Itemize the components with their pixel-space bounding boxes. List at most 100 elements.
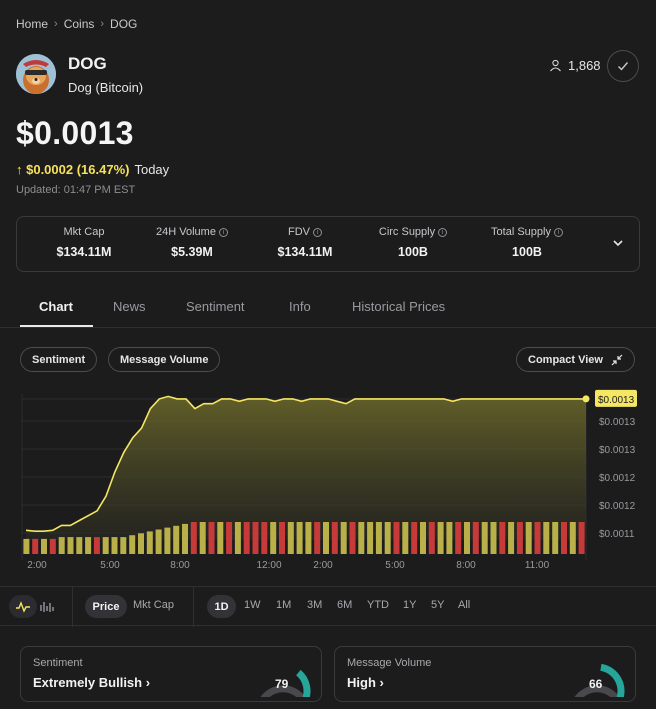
- volume-bar: [199, 522, 206, 554]
- volume-bar: [420, 522, 426, 554]
- stat-label: FDV: [288, 226, 310, 238]
- volume-bar: [41, 538, 47, 554]
- compact-view-button[interactable]: Compact View: [516, 347, 635, 372]
- stat-label: Total Supply: [491, 226, 551, 238]
- range-6m[interactable]: 6M: [337, 599, 352, 611]
- volume-bar: [305, 522, 312, 554]
- range-3m[interactable]: 3M: [307, 599, 322, 611]
- volume-bar: [446, 522, 453, 554]
- volume-bar: [287, 522, 294, 554]
- volume-bar: [173, 525, 180, 554]
- stat-value: $134.11M: [277, 245, 333, 259]
- volume-bar: [323, 522, 329, 554]
- volume-bar: [279, 522, 285, 554]
- message-volume-toggle[interactable]: Message Volume: [108, 347, 221, 372]
- stat-value: 100B: [512, 245, 542, 259]
- sentiment-score: 79: [275, 677, 289, 691]
- info-icon[interactable]: i: [218, 227, 228, 237]
- price-area: [26, 396, 586, 540]
- price-change-period: Today: [134, 162, 170, 177]
- tab-sentiment[interactable]: Sentiment: [186, 299, 245, 314]
- volume-bar: [93, 537, 100, 554]
- volume-bar: [190, 522, 197, 554]
- sentiment-card-value: Extremely Bullish ›: [33, 675, 151, 690]
- range-1y[interactable]: 1Y: [403, 599, 416, 611]
- coin-name: Dog (Bitcoin): [68, 80, 144, 95]
- volume-bar: [543, 522, 550, 554]
- current-price-dot: [582, 395, 590, 403]
- y-tick-label: $0.0012: [599, 501, 636, 512]
- stat-value: $5.39M: [171, 245, 213, 259]
- range-1w[interactable]: 1W: [244, 599, 261, 611]
- volume-bar: [569, 522, 576, 554]
- volume-bar: [490, 522, 497, 554]
- tab-news[interactable]: News: [113, 299, 146, 314]
- breadcrumb-coins[interactable]: Coins: [64, 17, 95, 31]
- watchers-value: 1,868: [568, 58, 601, 73]
- divider: [72, 587, 73, 627]
- range-ytd[interactable]: YTD: [367, 599, 389, 611]
- watchers-count: 1,868: [549, 58, 601, 73]
- volume-bar: [340, 522, 347, 554]
- volume-bar: [534, 522, 541, 554]
- volume-bar: [428, 522, 435, 554]
- mkt-cap-mode-button[interactable]: Mkt Cap: [133, 599, 174, 611]
- volume-bar: [393, 522, 400, 554]
- range-1m[interactable]: 1M: [276, 599, 291, 611]
- info-icon[interactable]: i: [553, 227, 563, 237]
- tab-historical-prices[interactable]: Historical Prices: [352, 299, 445, 314]
- coin-avatar: [16, 54, 56, 94]
- volume-bar: [58, 537, 65, 554]
- y-tick-label: $0.0012: [599, 473, 636, 484]
- price-chart[interactable]: $0.0013 $0.0013 $0.0012 $0.0012 $0.0011 $0.00…: [0, 380, 656, 580]
- volume-bar: [481, 522, 488, 554]
- line-chart-button[interactable]: [9, 595, 37, 618]
- info-icon[interactable]: i: [438, 227, 448, 237]
- volume-bar: [367, 522, 374, 554]
- volume-bar: [384, 522, 391, 554]
- current-price: $0.0013: [16, 115, 134, 151]
- bar-chart-button[interactable]: [40, 600, 54, 618]
- range-5y[interactable]: 5Y: [431, 599, 444, 611]
- volume-bar: [23, 538, 30, 554]
- volume-bar: [270, 522, 277, 554]
- volume-bar: [349, 522, 356, 554]
- tab-info[interactable]: Info: [289, 299, 311, 314]
- info-icon[interactable]: i: [313, 227, 322, 237]
- volume-bar: [243, 522, 250, 554]
- stat-label: Circ Supply: [378, 226, 436, 238]
- x-tick-label: 8:00: [456, 560, 476, 571]
- volume-bar: [234, 522, 241, 554]
- range-all[interactable]: All: [458, 599, 470, 611]
- volume-bar: [182, 523, 188, 554]
- volume-bar: [261, 522, 268, 554]
- volume-bar: [455, 522, 462, 554]
- volume-bar: [208, 522, 215, 554]
- expand-stats-button[interactable]: [611, 236, 625, 255]
- volume-bar: [552, 522, 559, 554]
- breadcrumb-home[interactable]: Home: [16, 17, 48, 31]
- watchlist-button[interactable]: [607, 50, 639, 82]
- tab-chart[interactable]: Chart: [39, 299, 73, 314]
- volume-bar: [76, 537, 83, 554]
- x-tick-label: 2:00: [27, 560, 47, 571]
- volume-bar: [146, 531, 153, 554]
- updated-time: Updated: 01:47 PM EST: [16, 184, 136, 196]
- volume-card-value: High ›: [347, 675, 384, 690]
- message-volume-card[interactable]: Message Volume High › 66: [334, 646, 636, 702]
- coin-symbol: DOG: [68, 54, 107, 73]
- x-tick-label: 12:00: [256, 560, 281, 571]
- x-tick-label: 5:00: [100, 560, 120, 571]
- stat-circ-supply: Circ Supply i 100B: [358, 226, 468, 259]
- volume-bar: [499, 522, 506, 554]
- sentiment-toggle[interactable]: Sentiment: [20, 347, 98, 372]
- chevron-right-icon: ›: [100, 18, 105, 30]
- price-mode-button[interactable]: Price: [85, 595, 127, 618]
- range-1d[interactable]: 1D: [207, 595, 236, 618]
- line-chart-icon: [16, 600, 30, 613]
- sentiment-card[interactable]: Sentiment Extremely Bullish › 79: [20, 646, 322, 702]
- volume-bar: [402, 522, 409, 554]
- chevron-right-icon: ›: [54, 18, 58, 30]
- volume-score: 66: [589, 677, 603, 691]
- chevron-down-icon: [613, 240, 623, 247]
